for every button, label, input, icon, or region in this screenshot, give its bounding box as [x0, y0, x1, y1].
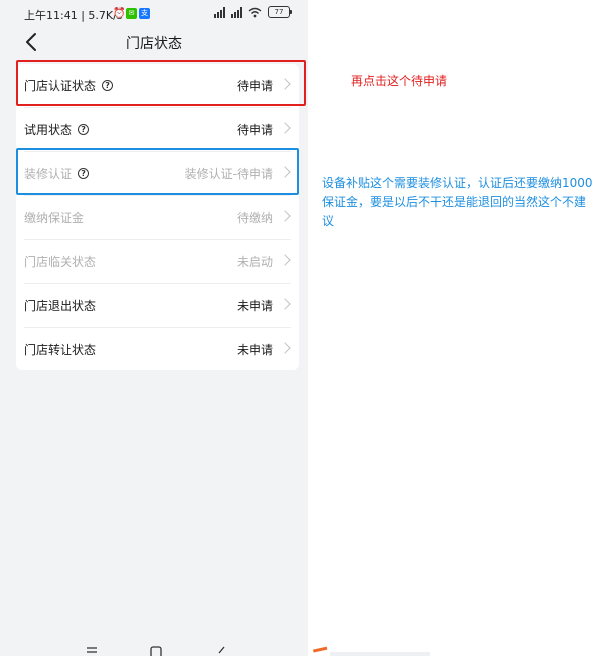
status-bar: 上午11:41 | 5.7K/s ⏰ ✉ 支 77 [0, 0, 308, 28]
chevron-right-icon [279, 122, 291, 134]
row-deposit[interactable]: 缴纳保证金 待缴纳 [16, 196, 299, 240]
system-back-icon[interactable] [216, 646, 228, 656]
chevron-right-icon [279, 254, 291, 266]
row-value[interactable]: 待缴纳 [237, 209, 273, 226]
row-label: 门店临关状态 [24, 255, 97, 269]
row-label: 门店转让状态 [24, 343, 97, 357]
nav-bar: 门店状态 [0, 28, 308, 56]
row-trial-status[interactable]: 试用状态? 待申请 [16, 108, 299, 152]
wechat-icon: ✉ [126, 8, 137, 19]
chevron-right-icon [279, 298, 291, 310]
highlight-box-red [16, 60, 306, 106]
row-store-transfer[interactable]: 门店转让状态 未申请 [16, 328, 299, 372]
home-icon[interactable] [150, 646, 162, 656]
highlight-box-blue [16, 148, 299, 195]
grey-mark [330, 652, 430, 656]
app-notification-icon: 支 [139, 8, 150, 19]
row-label: 试用状态 [24, 123, 73, 137]
wifi-icon [248, 7, 262, 17]
row-label: 门店退出状态 [24, 299, 97, 313]
row-label: 缴纳保证金 [24, 211, 85, 225]
row-store-exit[interactable]: 门店退出状态 未申请 [16, 284, 299, 328]
alarm-icon: ⏰ [113, 8, 126, 19]
chevron-right-icon [279, 210, 291, 222]
status-list-card: 门店认证状态? 待申请 试用状态? 待申请 装修认证? 装修认证-待申请 缴纳保… [16, 64, 299, 370]
status-time: 上午11:41 | 5.7K/s [24, 9, 123, 22]
help-icon[interactable]: ? [78, 124, 90, 135]
battery-icon: 77 [268, 6, 292, 18]
row-value[interactable]: 未启动 [237, 253, 273, 270]
orange-mark [313, 646, 329, 660]
row-value[interactable]: 待申请 [237, 121, 273, 138]
system-nav-bar [0, 638, 308, 656]
menu-icon[interactable] [86, 646, 98, 656]
signal-icon [214, 6, 225, 18]
annotation-red: 再点击这个待申请 [351, 74, 448, 88]
signal-icon-2 [231, 6, 242, 18]
chevron-right-icon [279, 342, 291, 354]
annotation-blue: 设备补贴这个需要装修认证，认证后还要缴纳1000保证金，要是以后不干还是能退回的… [322, 176, 593, 228]
page-title: 门店状态 [126, 36, 182, 52]
status-indicators: 77 [214, 6, 292, 18]
row-value[interactable]: 未申请 [237, 297, 273, 314]
row-temporary-closure[interactable]: 门店临关状态 未启动 [16, 240, 299, 284]
row-value[interactable]: 未申请 [237, 341, 273, 358]
